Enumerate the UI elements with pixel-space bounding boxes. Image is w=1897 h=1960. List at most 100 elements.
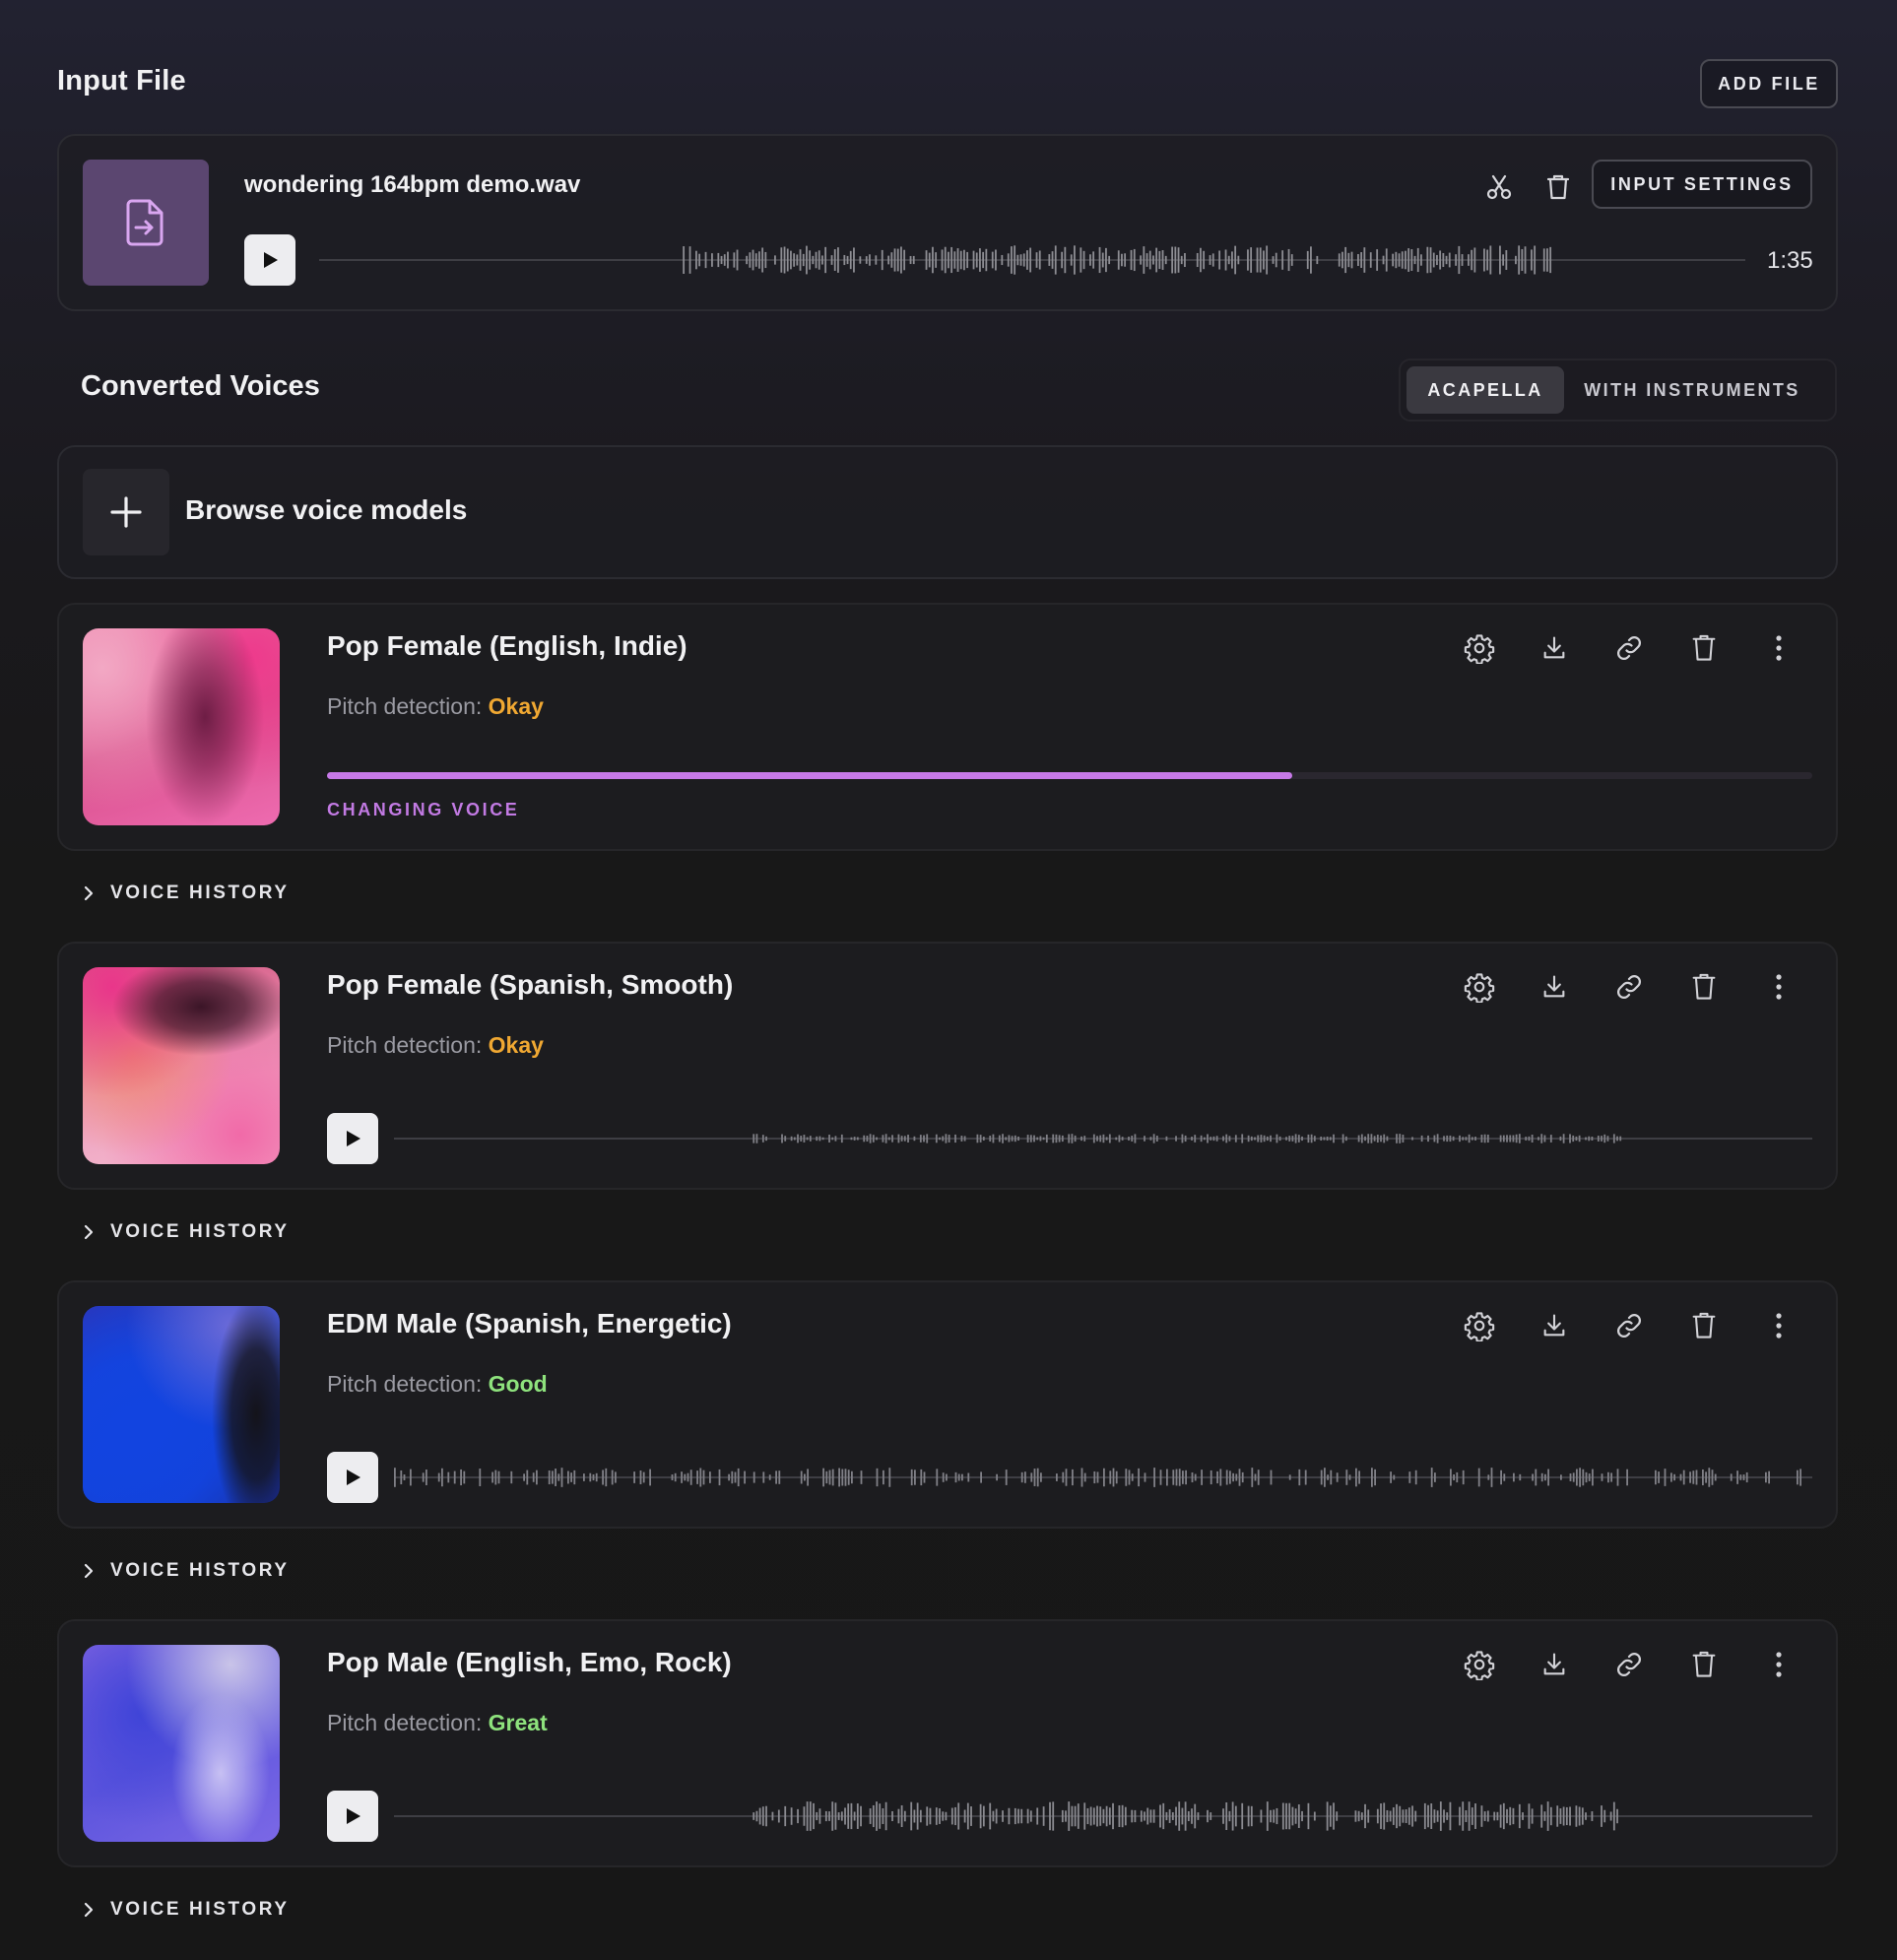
waveform-bar — [797, 1134, 799, 1143]
waveform-bar — [803, 1806, 806, 1826]
more-options-button[interactable] — [1759, 628, 1799, 668]
waveform-bar — [1449, 1801, 1452, 1831]
voice-waveform[interactable] — [394, 1795, 1812, 1838]
more-options-button[interactable] — [1759, 1645, 1799, 1684]
delete-voice-button[interactable] — [1684, 1645, 1724, 1684]
waveform-bar — [1480, 1805, 1483, 1827]
waveform-bar — [1506, 1808, 1508, 1824]
waveform-bar — [1546, 1801, 1549, 1831]
download-button[interactable] — [1535, 967, 1574, 1007]
browse-voice-models-label[interactable]: Browse voice models — [185, 494, 467, 526]
waveform-bar — [1210, 1812, 1212, 1820]
waveform-bar — [972, 250, 975, 270]
input-play-button[interactable] — [244, 234, 295, 286]
voice-settings-button[interactable] — [1460, 1645, 1499, 1684]
input-waveform[interactable] — [319, 236, 1745, 284]
waveform-bar — [1616, 1136, 1618, 1142]
waveform-bar — [966, 251, 969, 269]
voice-settings-button[interactable] — [1460, 628, 1499, 668]
waveform-bar — [1117, 250, 1120, 270]
delete-voice-button[interactable] — [1684, 628, 1724, 668]
voice-settings-button[interactable] — [1460, 1306, 1499, 1345]
voice-settings-button[interactable] — [1460, 967, 1499, 1007]
waveform-bar — [1152, 1809, 1155, 1823]
voice-history-toggle[interactable]: VOICE HISTORY — [83, 1221, 290, 1243]
pitch-detection-label: Pitch detection: — [327, 1371, 483, 1397]
waveform-bar — [1414, 1470, 1417, 1485]
copy-link-button[interactable] — [1609, 628, 1649, 668]
input-settings-button[interactable]: INPUT SETTINGS — [1592, 160, 1812, 209]
waveform-bar — [1108, 1807, 1111, 1825]
trim-button[interactable] — [1481, 169, 1517, 205]
voice-play-button[interactable] — [327, 1452, 378, 1503]
copy-link-button[interactable] — [1609, 1645, 1649, 1684]
waveform-bar — [1191, 1471, 1194, 1483]
waveform-bar — [1288, 1802, 1291, 1830]
waveform-bar — [1275, 252, 1277, 268]
waveform-bar — [806, 1801, 809, 1831]
waveform-bar — [1392, 253, 1395, 267]
waveform-bar — [1562, 1806, 1565, 1826]
waveform-bar — [1742, 1474, 1745, 1480]
waveform-bar — [1131, 1809, 1134, 1823]
waveform-bar — [1320, 1470, 1323, 1485]
waveform-bar — [1191, 1808, 1193, 1824]
download-button[interactable] — [1535, 1645, 1574, 1684]
more-options-button[interactable] — [1759, 967, 1799, 1007]
waveform-bar — [1430, 1803, 1433, 1829]
tab-acapella[interactable]: ACAPELLA — [1406, 366, 1564, 414]
add-voice-button[interactable] — [83, 469, 169, 555]
waveform-bar — [1455, 254, 1458, 266]
waveform-bar — [1234, 245, 1237, 275]
voice-waveform[interactable] — [394, 1117, 1812, 1160]
copy-link-button[interactable] — [1609, 1306, 1649, 1345]
waveform-bar — [731, 1470, 734, 1484]
waveform-bar — [1241, 1134, 1244, 1143]
download-button[interactable] — [1535, 1306, 1574, 1345]
waveform-bar — [1074, 1805, 1077, 1827]
waveform-bar — [1597, 1136, 1600, 1142]
voice-name: EDM Male (Spanish, Energetic) — [327, 1308, 732, 1339]
waveform-bar — [1396, 1803, 1398, 1829]
voice-play-button[interactable] — [327, 1791, 378, 1842]
input-duration: 1:35 — [1767, 247, 1813, 274]
delete-voice-button[interactable] — [1684, 1306, 1724, 1345]
delete-input-button[interactable] — [1540, 169, 1576, 205]
waveform-bar — [1224, 249, 1227, 271]
waveform-bar — [1450, 1469, 1452, 1486]
waveform-bar — [1736, 1470, 1738, 1484]
waveform-bar — [1369, 252, 1372, 268]
voice-play-button[interactable] — [327, 1113, 378, 1164]
tab-with-instruments[interactable]: WITH INSTRUMENTS — [1564, 366, 1820, 414]
voice-waveform[interactable] — [394, 1456, 1812, 1499]
waveform-bar — [882, 1808, 884, 1824]
waveform-bar — [883, 1470, 884, 1485]
waveform-bar — [1370, 1134, 1373, 1143]
waveform-bar — [1033, 1469, 1036, 1486]
copy-link-button[interactable] — [1609, 967, 1649, 1007]
waveform-bar — [777, 1809, 780, 1823]
waveform-bar — [1166, 1469, 1168, 1486]
trash-icon — [1692, 1312, 1716, 1339]
waveform-bar — [1609, 1811, 1612, 1821]
voice-history-toggle[interactable]: VOICE HISTORY — [83, 882, 290, 904]
waveform-bar — [1229, 1470, 1231, 1484]
waveform-bar — [758, 251, 760, 269]
waveform-bar — [687, 1472, 689, 1482]
waveform-bar — [865, 256, 868, 264]
waveform-bar — [497, 1470, 500, 1484]
waveform-bar — [1115, 1470, 1118, 1484]
waveform-bar — [1383, 1802, 1386, 1830]
conversion-progress-fill — [327, 772, 1293, 779]
delete-voice-button[interactable] — [1684, 967, 1724, 1007]
voice-history-toggle[interactable]: VOICE HISTORY — [83, 1899, 290, 1921]
waveform-bar — [595, 1472, 598, 1482]
voice-history-toggle[interactable]: VOICE HISTORY — [83, 1560, 290, 1582]
add-file-button[interactable]: ADD FILE — [1700, 59, 1838, 108]
more-options-button[interactable] — [1759, 1306, 1799, 1345]
waveform-bar — [768, 1474, 771, 1480]
pitch-detection-label: Pitch detection: — [327, 1710, 483, 1735]
waveform-bar — [954, 1134, 956, 1143]
download-button[interactable] — [1535, 628, 1574, 668]
waveform-bar — [1797, 1470, 1799, 1485]
